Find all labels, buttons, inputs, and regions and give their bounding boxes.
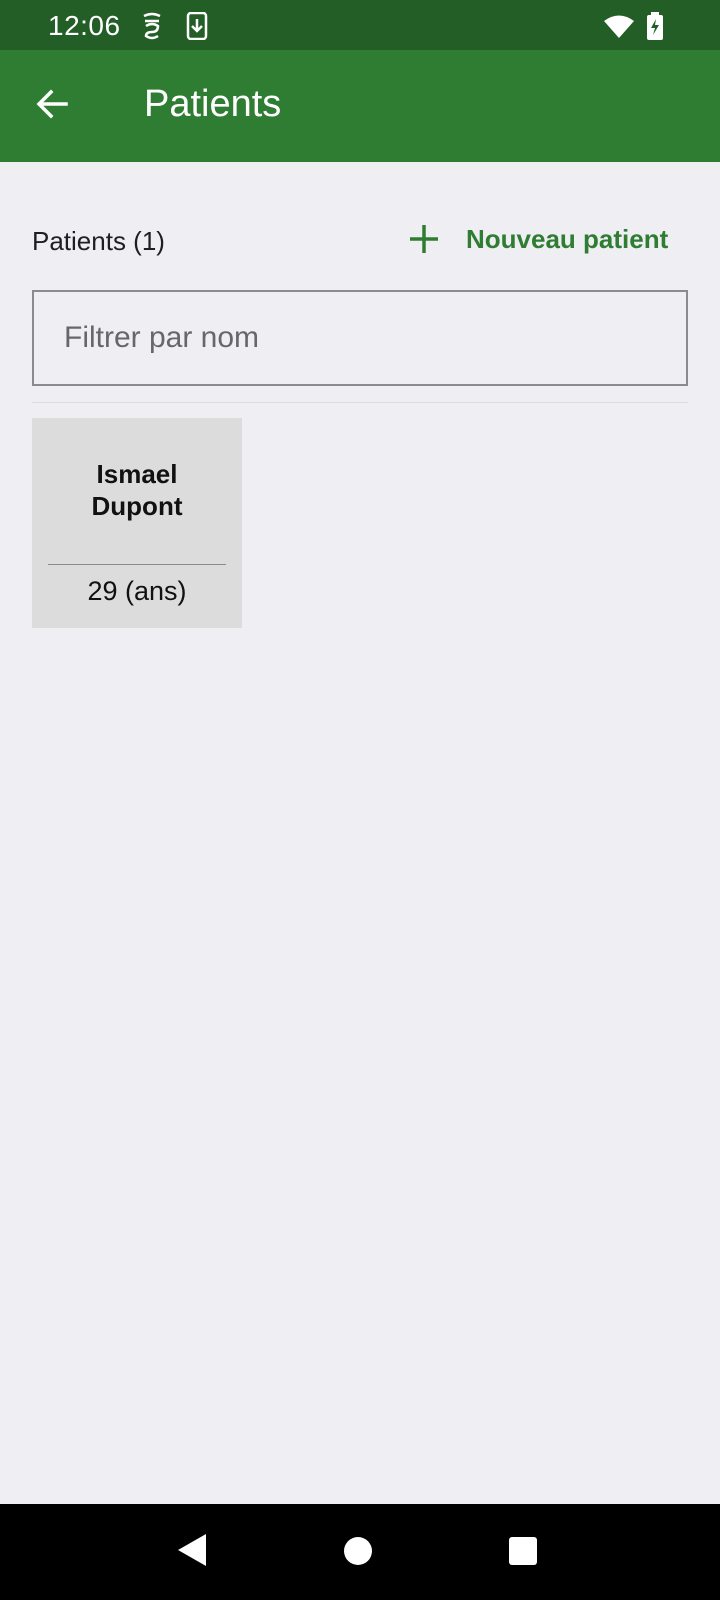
plus-icon [400, 215, 448, 263]
page-title: Patients [144, 83, 282, 125]
battery-charging-icon [646, 12, 664, 45]
back-button[interactable] [24, 78, 80, 134]
divider [32, 402, 688, 403]
status-bar: 12:06 [0, 0, 720, 50]
system-navigation-bar [0, 1504, 720, 1600]
card-divider [48, 564, 226, 565]
recents-square-icon[interactable] [508, 1536, 548, 1576]
new-patient-button[interactable]: Nouveau patient [400, 214, 690, 264]
media-sync-icon [140, 12, 164, 45]
download-icon [186, 11, 208, 45]
home-circle-icon[interactable] [343, 1536, 383, 1576]
arrow-back-icon [34, 86, 70, 127]
new-patient-label: Nouveau patient [466, 223, 669, 254]
patient-card[interactable]: Ismael Dupont 29 (ans) [32, 418, 242, 628]
app-bar: Patients [0, 50, 720, 162]
patient-last-name: Dupont [91, 491, 183, 521]
filter-by-name-input[interactable] [32, 290, 688, 386]
back-triangle-icon[interactable] [176, 1532, 216, 1572]
patient-age: 29 (ans) [87, 576, 187, 606]
patient-name: Ismael Dupont [32, 458, 242, 522]
wifi-icon [604, 14, 634, 43]
status-time: 12:06 [48, 10, 121, 41]
main-content: Patients (1) Nouveau patient Ismael Dupo… [0, 162, 720, 1504]
patient-first-name: Ismael [96, 459, 178, 489]
patient-count-label: Patients (1) [32, 226, 165, 256]
